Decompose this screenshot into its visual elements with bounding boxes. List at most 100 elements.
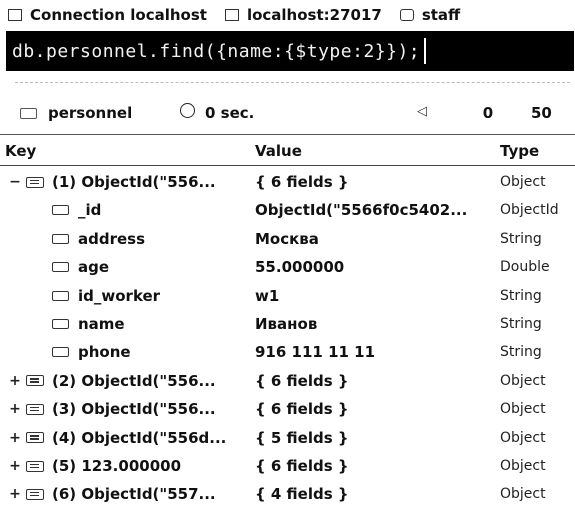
field-icon	[52, 233, 69, 244]
field-row[interactable]: address Москва String	[0, 225, 575, 253]
type-cell: Object	[500, 401, 546, 418]
key-cell: name	[52, 315, 125, 333]
type-cell: Object	[500, 458, 546, 474]
key-cell: id_worker	[52, 287, 160, 305]
page-from-field[interactable]: 0	[478, 104, 498, 122]
field-row[interactable]: phone 916 111 11 11 String	[0, 338, 575, 366]
document-row[interactable]: + (6) ObjectId("557... { 4 fields } Object	[0, 480, 575, 508]
connection-icon	[8, 9, 22, 21]
page-size-field[interactable]: 50	[531, 104, 552, 122]
type-cell: ObjectId	[500, 202, 559, 219]
document-row[interactable]: + (5) 123.000000 { 6 fields } Object	[0, 452, 575, 480]
server-label: localhost:27017	[246, 6, 382, 24]
collection-name: personnel	[48, 104, 133, 122]
value-cell: { 4 fields }	[255, 485, 349, 504]
document-icon	[26, 403, 44, 415]
document-row[interactable]: + (2) ObjectId("556... { 6 fields } Object	[0, 367, 575, 395]
expand-toggle[interactable]: +	[8, 373, 22, 389]
document-icon	[26, 488, 44, 500]
query-time: 0 sec.	[205, 104, 255, 122]
document-row[interactable]: + (4) ObjectId("556d... { 5 fields } Object	[0, 424, 575, 452]
query-text[interactable]: db.personnel.find({name:{$type:2}});	[12, 41, 420, 62]
key-cell: + (5) 123.000000	[8, 457, 181, 475]
type-cell: Object	[500, 486, 546, 503]
expand-toggle[interactable]: +	[8, 486, 22, 502]
field-icon	[52, 290, 69, 301]
server-segment[interactable]: localhost:27017	[224, 6, 382, 24]
value-cell: { 6 fields }	[255, 400, 349, 419]
collection-icon	[20, 108, 37, 119]
connection-label: Connection localhost	[30, 6, 207, 24]
text-cursor	[424, 38, 427, 64]
database-icon	[399, 9, 414, 21]
column-header-key[interactable]: Key	[5, 142, 36, 160]
value-cell: { 6 fields }	[255, 457, 349, 475]
key-text: address	[78, 229, 146, 248]
document-icon	[26, 375, 44, 387]
type-cell: String	[500, 344, 542, 361]
key-text: age	[78, 258, 110, 277]
previous-page-icon[interactable]: ◁	[417, 104, 427, 119]
server-icon	[224, 9, 239, 21]
document-row[interactable]: + (3) ObjectId("556... { 6 fields } Object	[0, 395, 575, 423]
field-row[interactable]: _id ObjectId("5566f0c5402... ObjectId	[0, 196, 575, 224]
key-cell: address	[52, 230, 145, 248]
key-text: (6) ObjectId("557...	[52, 485, 216, 504]
key-text: (5) 123.000000	[52, 457, 182, 475]
value-cell: { 6 fields }	[255, 371, 349, 390]
database-segment[interactable]: staff	[399, 6, 461, 24]
field-row[interactable]: age 55.000000 Double	[0, 253, 575, 281]
value-cell: { 6 fields }	[255, 173, 349, 191]
column-header-type[interactable]: Type	[500, 142, 539, 160]
field-icon	[52, 262, 69, 273]
result-toolbar: personnel 0 sec. ◁ 0 50	[0, 92, 575, 134]
key-cell: + (4) ObjectId("556d...	[8, 429, 226, 447]
field-icon	[52, 319, 69, 329]
separator	[15, 82, 570, 83]
column-header-value[interactable]: Value	[255, 142, 302, 160]
query-editor[interactable]: db.personnel.find({name:{$type:2}});	[6, 31, 574, 71]
key-cell: + (6) ObjectId("557...	[8, 485, 216, 503]
value-cell: Москва	[255, 229, 319, 248]
document-icon	[26, 432, 44, 444]
document-icon	[26, 460, 44, 472]
key-cell: + (2) ObjectId("556...	[8, 372, 216, 390]
document-row[interactable]: − (1) ObjectId("556... { 6 fields } Object	[0, 168, 575, 196]
key-text: (1) ObjectId("556...	[52, 173, 216, 191]
key-cell: − (1) ObjectId("556...	[8, 173, 216, 191]
value-cell: 55.000000	[255, 258, 345, 277]
key-text: (3) ObjectId("556...	[52, 400, 216, 419]
clock-icon	[180, 103, 195, 118]
type-cell: String	[500, 316, 542, 332]
connection-segment[interactable]: Connection localhost	[8, 6, 207, 24]
key-cell: _id	[52, 201, 101, 219]
expand-toggle[interactable]: +	[8, 430, 22, 446]
key-cell: phone	[52, 343, 131, 361]
results-header: Key Value Type	[0, 134, 575, 166]
type-cell: Double	[500, 259, 550, 276]
database-label: staff	[421, 6, 461, 24]
field-row[interactable]: name Иванов String	[0, 310, 575, 338]
expand-toggle[interactable]: +	[8, 458, 22, 474]
value-cell: w1	[255, 286, 280, 305]
collapse-toggle[interactable]: −	[8, 174, 22, 190]
key-cell: age	[52, 258, 109, 276]
field-icon	[52, 205, 69, 216]
value-cell: { 5 fields }	[255, 428, 349, 447]
key-text: _id	[78, 201, 102, 220]
key-text: id_worker	[78, 286, 161, 305]
expand-toggle[interactable]: +	[8, 401, 22, 417]
field-row[interactable]: id_worker w1 String	[0, 282, 575, 310]
type-cell: Object	[500, 429, 546, 446]
value-cell: 916 111 11 11	[255, 343, 376, 362]
key-text: (2) ObjectId("556...	[52, 371, 216, 390]
key-text: (4) ObjectId("556d...	[52, 428, 227, 447]
key-cell: + (3) ObjectId("556...	[8, 400, 216, 418]
key-text: phone	[78, 343, 131, 362]
document-icon	[26, 176, 44, 188]
type-cell: Object	[500, 174, 546, 190]
key-text: name	[78, 315, 125, 333]
field-icon	[52, 347, 69, 358]
connection-bar: Connection localhost localhost:27017 sta…	[0, 0, 575, 30]
value-cell: ObjectId("5566f0c5402...	[255, 201, 468, 220]
